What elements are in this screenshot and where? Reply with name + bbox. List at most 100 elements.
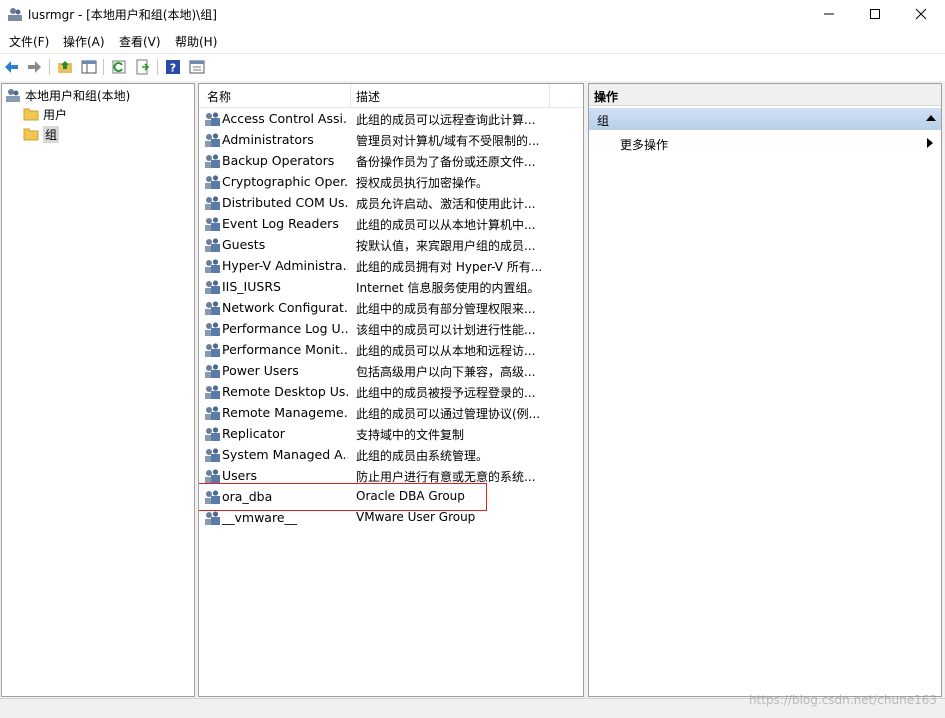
folder-icon xyxy=(23,108,39,121)
up-button[interactable] xyxy=(55,57,75,77)
table-row[interactable]: Guests 按默认值，来宾跟用户组的成员... xyxy=(199,234,583,255)
table-row[interactable]: Administrators 管理员对计算机/域有不受限制的... xyxy=(199,129,583,150)
groups-list: 名称 描述 Access Control Assi... 此组的成员可以远程查询此… xyxy=(198,83,584,697)
group-description: VMware User Group xyxy=(356,510,476,524)
actions-title: 操作 xyxy=(594,90,619,104)
table-row[interactable]: Performance Log U... 该组中的成员可以计划进行性能... xyxy=(199,318,583,339)
group-icon xyxy=(204,467,221,484)
actions-group-header[interactable]: 组 xyxy=(589,108,941,130)
table-row[interactable]: Event Log Readers 此组的成员可以从本地计算机中... xyxy=(199,213,583,234)
group-icon xyxy=(204,446,221,463)
watermark: https://blog.csdn.net/chune163 xyxy=(748,693,937,707)
column-divider[interactable] xyxy=(350,84,351,108)
group-description: 包括高级用户以向下兼容，高级... xyxy=(356,365,536,379)
group-description: Oracle DBA Group xyxy=(356,489,465,503)
group-name: ora_dba xyxy=(222,489,273,504)
close-icon xyxy=(915,8,927,20)
group-icon xyxy=(204,320,221,337)
group-name: Distributed COM Us... xyxy=(222,195,348,210)
folder-icon xyxy=(23,128,39,141)
table-row[interactable]: Backup Operators 备份操作员为了备份或还原文件... xyxy=(199,150,583,171)
table-row[interactable]: Access Control Assi... 此组的成员可以远程查询此计算... xyxy=(199,108,583,129)
computer-users-icon xyxy=(6,89,20,102)
group-icon xyxy=(204,404,221,421)
group-icon xyxy=(204,131,221,148)
group-name: Cryptographic Oper... xyxy=(222,174,348,189)
table-row[interactable]: Network Configurat... 此组中的成员有部分管理权限来... xyxy=(199,297,583,318)
table-row[interactable]: Distributed COM Us... 成员允许启动、激活和使用此计... xyxy=(199,192,583,213)
actions-group-label: 组 xyxy=(597,114,610,128)
tree-item-users[interactable]: 用户 xyxy=(23,105,67,123)
toolbar-separator xyxy=(103,59,104,75)
group-name: IIS_IUSRS xyxy=(222,279,281,294)
group-icon xyxy=(204,236,221,253)
table-row[interactable]: Cryptographic Oper... 授权成员执行加密操作。 xyxy=(199,171,583,192)
table-row[interactable]: System Managed A... 此组的成员由系统管理。 xyxy=(199,444,583,465)
column-header-description[interactable]: 描述 xyxy=(356,88,380,105)
group-icon xyxy=(204,299,221,316)
actions-header: 操作 xyxy=(589,84,941,106)
group-name: __vmware__ xyxy=(222,510,298,525)
more-actions-item[interactable]: 更多操作 xyxy=(589,132,941,154)
table-row[interactable]: __vmware__ VMware User Group xyxy=(199,507,583,528)
group-description: 按默认值，来宾跟用户组的成员... xyxy=(356,239,536,253)
group-description: 此组的成员可以远程查询此计算... xyxy=(356,113,536,127)
group-icon xyxy=(204,194,221,211)
tree-root-label: 本地用户和组(本地) xyxy=(25,88,131,103)
group-description: 此组的成员可以通过管理协议(例... xyxy=(356,407,541,421)
group-description: 此组的成员可以从本地和远程访... xyxy=(356,344,536,358)
tree-item-groups[interactable]: 组 xyxy=(23,125,60,143)
show-hide-tree-icon xyxy=(81,60,97,74)
table-row[interactable]: Remote Desktop Us... 此组中的成员被授予远程登录的... xyxy=(199,381,583,402)
group-name: Hyper-V Administra... xyxy=(222,258,348,273)
tree-root[interactable]: 本地用户和组(本地) xyxy=(5,86,130,104)
group-description: 此组的成员可以从本地计算机中... xyxy=(356,218,536,232)
help-icon: ? xyxy=(166,60,180,75)
column-divider[interactable] xyxy=(549,84,550,108)
export-list-button[interactable] xyxy=(133,57,153,77)
group-name: Network Configurat... xyxy=(222,300,348,315)
group-icon xyxy=(204,383,221,400)
maximize-button[interactable] xyxy=(852,0,898,28)
show-hide-tree-button[interactable] xyxy=(79,57,99,77)
collapse-arrow-icon[interactable] xyxy=(926,115,936,121)
group-name: Replicator xyxy=(222,426,285,441)
maximize-icon xyxy=(870,9,880,19)
group-description: 此组中的成员被授予远程登录的... xyxy=(356,386,536,400)
group-icon xyxy=(204,509,221,526)
tree-item-label: 组 xyxy=(43,125,60,143)
group-name: Performance Log U... xyxy=(222,321,348,336)
table-row[interactable]: Performance Monit... 此组的成员可以从本地和远程访... xyxy=(199,339,583,360)
back-button[interactable] xyxy=(2,57,22,77)
refresh-button[interactable] xyxy=(109,57,129,77)
close-button[interactable] xyxy=(898,0,944,28)
toolbar: ? xyxy=(0,53,945,79)
table-row[interactable]: ora_dba Oracle DBA Group xyxy=(199,483,583,511)
menu-view[interactable]: 查看(V) xyxy=(119,33,161,50)
table-row[interactable]: Hyper-V Administra... 此组的成员拥有对 Hyper-V 所有… xyxy=(199,255,583,276)
table-row[interactable]: Replicator 支持域中的文件复制 xyxy=(199,423,583,444)
group-name: Guests xyxy=(222,237,266,252)
table-row[interactable]: Remote Manageme... 此组的成员可以通过管理协议(例... xyxy=(199,402,583,423)
group-name: Performance Monit... xyxy=(222,342,348,357)
group-name: Event Log Readers xyxy=(222,216,339,231)
table-row[interactable]: Power Users 包括高级用户以向下兼容，高级... xyxy=(199,360,583,381)
help-button[interactable]: ? xyxy=(163,57,183,77)
minimize-button[interactable] xyxy=(806,0,852,28)
group-description: 管理员对计算机/域有不受限制的... xyxy=(356,134,540,148)
forward-button[interactable] xyxy=(24,57,44,77)
table-row[interactable]: IIS_IUSRS Internet 信息服务使用的内置组。 xyxy=(199,276,583,297)
properties-button[interactable] xyxy=(187,57,207,77)
menu-file[interactable]: 文件(F) xyxy=(9,33,49,50)
group-name: Power Users xyxy=(222,363,299,378)
group-description: Internet 信息服务使用的内置组。 xyxy=(356,281,540,295)
group-icon xyxy=(204,110,221,127)
menu-action[interactable]: 操作(A) xyxy=(63,33,105,50)
group-description: 此组的成员拥有对 Hyper-V 所有... xyxy=(356,260,543,274)
group-name: Remote Desktop Us... xyxy=(222,384,348,399)
column-header-name[interactable]: 名称 xyxy=(207,88,231,105)
properties-icon xyxy=(189,60,205,74)
group-description: 该组中的成员可以计划进行性能... xyxy=(356,323,536,337)
menu-help[interactable]: 帮助(H) xyxy=(175,33,217,50)
group-icon xyxy=(204,173,221,190)
